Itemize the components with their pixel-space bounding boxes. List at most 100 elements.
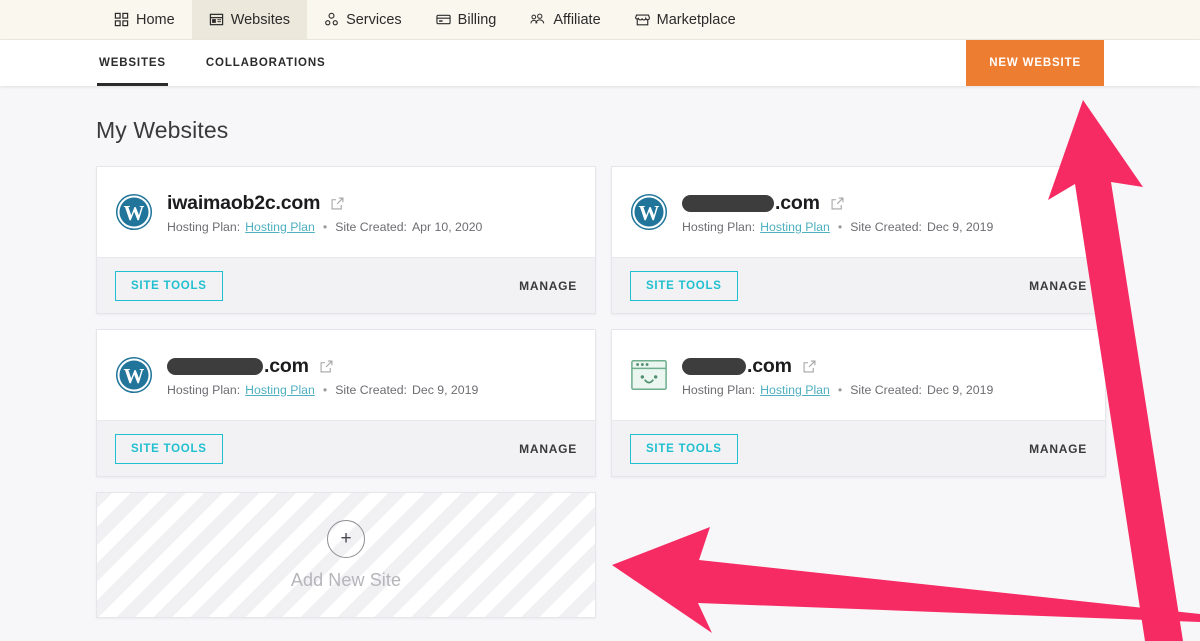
hosting-plan-link[interactable]: Hosting Plan bbox=[245, 383, 315, 397]
nav-item-affiliate[interactable]: Affiliate bbox=[513, 0, 617, 39]
website-card-footer: SITE TOOLS MANAGE bbox=[97, 420, 595, 476]
tab-websites-label: WEBSITES bbox=[99, 57, 166, 69]
website-card-info: .com Hosting Plan: Hosting Plan • bbox=[167, 353, 478, 397]
site-tools-button[interactable]: SITE TOOLS bbox=[115, 434, 223, 464]
tab-collaborations[interactable]: COLLABORATIONS bbox=[204, 40, 328, 86]
nav-item-billing-label: Billing bbox=[458, 12, 497, 28]
website-meta: Hosting Plan: Hosting Plan • Site Create… bbox=[682, 220, 993, 234]
external-link-icon[interactable] bbox=[802, 359, 817, 374]
wordpress-icon: W bbox=[115, 356, 153, 394]
website-meta: Hosting Plan: Hosting Plan • Site Create… bbox=[167, 220, 482, 234]
site-created-date: Apr 10, 2020 bbox=[412, 220, 482, 234]
credit-card-icon bbox=[436, 12, 451, 27]
external-link-icon[interactable] bbox=[830, 196, 845, 211]
nav-item-billing[interactable]: Billing bbox=[419, 0, 514, 39]
hosting-plan-prefix: Hosting Plan: bbox=[167, 220, 240, 234]
website-name: .com bbox=[682, 355, 792, 378]
website-card[interactable]: .com Hosting Plan: Hosting Plan • bbox=[611, 329, 1106, 477]
svg-text:W: W bbox=[639, 201, 660, 225]
website-name-suffix: .com bbox=[264, 355, 309, 378]
manage-link[interactable]: MANAGE bbox=[519, 279, 577, 293]
website-card-footer: SITE TOOLS MANAGE bbox=[612, 257, 1105, 313]
website-card-info: .com Hosting Plan: Hosting Plan • bbox=[682, 353, 993, 397]
website-card-body: W iwaimaob2c.com Hosting bbox=[97, 167, 595, 257]
tab-websites[interactable]: WEBSITES bbox=[97, 40, 168, 86]
services-icon bbox=[324, 12, 339, 27]
hosting-plan-link[interactable]: Hosting Plan bbox=[245, 220, 315, 234]
website-title-row: .com bbox=[682, 355, 993, 378]
website-card-body: .com Hosting Plan: Hosting Plan • bbox=[612, 330, 1105, 420]
nav-item-marketplace-label: Marketplace bbox=[657, 12, 736, 28]
nav-item-affiliate-label: Affiliate bbox=[553, 12, 600, 28]
meta-separator: • bbox=[835, 220, 845, 234]
site-created-prefix: Site Created: bbox=[335, 220, 407, 234]
website-card[interactable]: W .com bbox=[96, 329, 596, 477]
site-created-date: Dec 9, 2019 bbox=[927, 383, 993, 397]
website-name: .com bbox=[682, 192, 820, 215]
website-meta: Hosting Plan: Hosting Plan • Site Create… bbox=[682, 383, 993, 397]
hosting-plan-link[interactable]: Hosting Plan bbox=[760, 220, 830, 234]
storefront-icon bbox=[635, 12, 650, 27]
hosting-plan-prefix: Hosting Plan: bbox=[682, 220, 755, 234]
nav-item-home[interactable]: Home bbox=[97, 0, 192, 39]
secondary-navigation-bar: WEBSITES COLLABORATIONS NEW WEBSITE bbox=[0, 40, 1200, 86]
nav-item-home-label: Home bbox=[136, 12, 175, 28]
nav-item-services[interactable]: Services bbox=[307, 0, 419, 39]
nav-item-marketplace[interactable]: Marketplace bbox=[618, 0, 753, 39]
site-tools-button[interactable]: SITE TOOLS bbox=[630, 271, 738, 301]
hosting-plan-prefix: Hosting Plan: bbox=[167, 383, 240, 397]
people-icon bbox=[530, 12, 546, 27]
plus-glyph: + bbox=[340, 529, 351, 548]
nav-item-websites[interactable]: Websites bbox=[192, 0, 307, 39]
website-title-row: iwaimaob2c.com bbox=[167, 192, 482, 215]
site-smiley-icon bbox=[630, 356, 668, 394]
wordpress-icon: W bbox=[115, 193, 153, 231]
svg-text:W: W bbox=[124, 201, 145, 225]
add-new-site-label: Add New Site bbox=[291, 570, 401, 591]
website-meta: Hosting Plan: Hosting Plan • Site Create… bbox=[167, 383, 478, 397]
website-card-footer: SITE TOOLS MANAGE bbox=[97, 257, 595, 313]
website-card-footer: SITE TOOLS MANAGE bbox=[612, 420, 1105, 476]
website-title-row: .com bbox=[682, 192, 993, 215]
add-new-site-card[interactable]: + Add New Site bbox=[96, 492, 596, 618]
website-card-body: W .com bbox=[612, 167, 1105, 257]
site-created-date: Dec 9, 2019 bbox=[412, 383, 478, 397]
main-content: My Websites W iwaimaob2c.com bbox=[0, 86, 1200, 618]
website-card-body: W .com bbox=[97, 330, 595, 420]
wordpress-icon: W bbox=[630, 193, 668, 231]
meta-separator: • bbox=[835, 383, 845, 397]
website-name-suffix: .com bbox=[747, 355, 792, 378]
manage-link[interactable]: MANAGE bbox=[519, 442, 577, 456]
meta-separator: • bbox=[320, 220, 330, 234]
hosting-plan-link[interactable]: Hosting Plan bbox=[760, 383, 830, 397]
site-created-prefix: Site Created: bbox=[335, 383, 407, 397]
primary-navigation-bar: Home Websites Services bbox=[0, 0, 1200, 40]
external-link-icon[interactable] bbox=[319, 359, 334, 374]
external-link-icon[interactable] bbox=[330, 196, 345, 211]
redacted-domain-bar bbox=[682, 195, 774, 212]
new-website-button[interactable]: NEW WEBSITE bbox=[966, 40, 1104, 86]
site-tools-button[interactable]: SITE TOOLS bbox=[630, 434, 738, 464]
website-title-row: .com bbox=[167, 355, 478, 378]
website-card-info: .com Hosting Plan: Hosting Plan • bbox=[682, 190, 993, 234]
svg-text:W: W bbox=[124, 364, 145, 388]
meta-separator: • bbox=[320, 383, 330, 397]
website-name-suffix: .com bbox=[775, 192, 820, 215]
site-tools-button[interactable]: SITE TOOLS bbox=[115, 271, 223, 301]
tab-collaborations-label: COLLABORATIONS bbox=[206, 57, 326, 69]
nav-item-websites-label: Websites bbox=[231, 12, 290, 28]
manage-link[interactable]: MANAGE bbox=[1029, 279, 1087, 293]
manage-link[interactable]: MANAGE bbox=[1029, 442, 1087, 456]
grid-icon bbox=[114, 12, 129, 27]
site-created-date: Dec 9, 2019 bbox=[927, 220, 993, 234]
plus-circle-icon: + bbox=[327, 520, 365, 558]
browser-icon bbox=[209, 12, 224, 27]
website-name: iwaimaob2c.com bbox=[167, 192, 320, 215]
website-card[interactable]: W iwaimaob2c.com Hosting bbox=[96, 166, 596, 314]
website-card-grid: W iwaimaob2c.com Hosting bbox=[96, 166, 1106, 618]
hosting-plan-prefix: Hosting Plan: bbox=[682, 383, 755, 397]
website-card[interactable]: W .com bbox=[611, 166, 1106, 314]
nav-item-services-label: Services bbox=[346, 12, 402, 28]
page-title: My Websites bbox=[96, 117, 1104, 144]
redacted-domain-bar bbox=[167, 358, 263, 375]
